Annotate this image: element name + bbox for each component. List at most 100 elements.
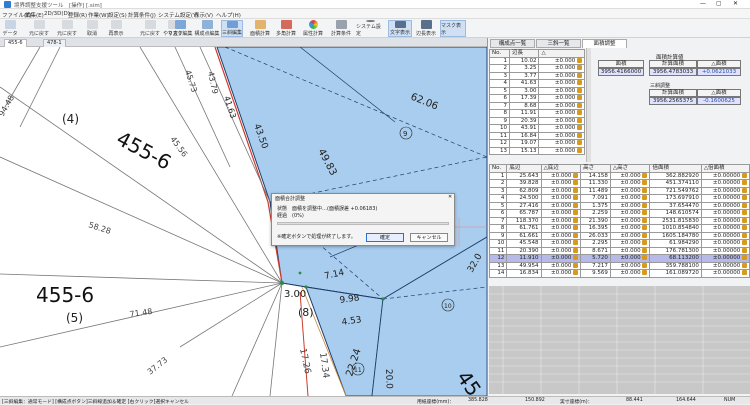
- triangle-cell[interactable]: 2531.815830: [649, 216, 702, 225]
- lock-icon[interactable]: [577, 57, 582, 63]
- triangle-cell[interactable]: ±0.00000: [700, 254, 750, 263]
- lock-icon[interactable]: [577, 80, 582, 85]
- toolbar-attr-calc-button[interactable]: 属性計算: [301, 20, 325, 37]
- edge-row[interactable]: 4 41.63 ±0.000: [488, 79, 585, 88]
- edge-table-scrollbar[interactable]: [586, 48, 591, 162]
- triangle-cell[interactable]: ±0.00000: [700, 186, 750, 195]
- lock-icon[interactable]: [573, 262, 579, 268]
- lock-icon[interactable]: [573, 210, 579, 215]
- triangle-cell[interactable]: ±0.000: [540, 194, 582, 203]
- lock-icon[interactable]: [742, 247, 747, 253]
- lock-icon[interactable]: [573, 225, 579, 230]
- triangle-cell[interactable]: 451.374110: [649, 179, 702, 188]
- menu-2d3d[interactable]: 2D/3D(D): [44, 11, 70, 17]
- lock-icon[interactable]: [577, 147, 582, 153]
- triangle-cell[interactable]: ±0.000: [609, 246, 651, 255]
- triangle-cell[interactable]: 62.809: [506, 186, 542, 195]
- toolbar-undo2-button[interactable]: 元に戻す: [56, 20, 78, 37]
- triangle-cell[interactable]: 49.954: [506, 261, 542, 270]
- triangle-cell[interactable]: ±0.00000: [700, 194, 750, 203]
- toolbar-mask-edit-button[interactable]: マスク編集: [166, 20, 194, 37]
- lock-icon[interactable]: [577, 95, 582, 100]
- triangle-cell[interactable]: ±0.000: [540, 186, 582, 195]
- lock-icon[interactable]: [742, 262, 747, 268]
- triangle-cell[interactable]: ±0.000: [540, 171, 582, 180]
- triangle-cell[interactable]: 61.661: [506, 231, 542, 240]
- lock-icon[interactable]: [577, 87, 582, 93]
- triangle-row[interactable]: 9 61.661 ±0.000 26.033 ±0.000 1605.184780 ±0…: [488, 231, 750, 240]
- toolbar-triangle-edit-button[interactable]: 三斜編集: [221, 20, 243, 37]
- triangle-cell[interactable]: ±0.000: [609, 171, 651, 180]
- triangle-cell[interactable]: ±0.00000: [700, 231, 750, 240]
- triangle-cell[interactable]: 8.671: [580, 246, 611, 255]
- triangle-cell[interactable]: ±0.00000: [700, 246, 750, 255]
- ok-button[interactable]: 確定: [366, 233, 404, 242]
- edge-length[interactable]: 3.25: [509, 64, 540, 73]
- lock-icon[interactable]: [573, 172, 579, 178]
- lock-icon[interactable]: [573, 217, 579, 223]
- toolbar-calc-cond-button[interactable]: 計算条件: [329, 20, 353, 37]
- triangle-cell[interactable]: ±0.000: [540, 246, 582, 255]
- lock-icon[interactable]: [642, 217, 648, 223]
- triangle-cell[interactable]: ±0.000: [540, 201, 582, 210]
- triangle-row[interactable]: 6 65.787 ±0.000 2.259 ±0.000 148.610574 ±0.0…: [488, 209, 750, 218]
- triangle-cell[interactable]: ±0.000: [609, 216, 651, 225]
- menu-view[interactable]: 表示(V): [194, 11, 213, 19]
- edge-row[interactable]: 7 8.68 ±0.000: [488, 101, 585, 110]
- lock-icon[interactable]: [742, 232, 747, 238]
- triangle-cell[interactable]: ±0.000: [540, 179, 582, 188]
- toolbar-mask-display-button[interactable]: マスク表示: [440, 20, 466, 37]
- lock-icon[interactable]: [573, 232, 579, 238]
- toolbar-poly-calc-button[interactable]: 多角計算: [274, 20, 298, 37]
- edge-row[interactable]: 5 3.00 ±0.000: [488, 86, 585, 95]
- lock-icon[interactable]: [742, 172, 747, 178]
- lock-icon[interactable]: [573, 270, 579, 275]
- edge-length[interactable]: 3.00: [509, 86, 540, 95]
- triangle-cell[interactable]: ±0.00000: [700, 209, 750, 218]
- edge-length[interactable]: 10.02: [509, 56, 540, 65]
- toolbar-text-display-button[interactable]: 文字表示: [388, 20, 412, 37]
- tab-points-list[interactable]: 構成点一覧: [490, 39, 535, 48]
- edge-row[interactable]: 8 11.91 ±0.000: [488, 109, 585, 118]
- triangle-cell[interactable]: ±0.000: [540, 209, 582, 218]
- lock-icon[interactable]: [573, 240, 579, 245]
- triangle-cell[interactable]: 362.882920: [649, 171, 702, 180]
- tab-area-adjust[interactable]: 面積調整: [582, 39, 627, 48]
- lock-icon[interactable]: [642, 225, 648, 230]
- point-marker[interactable]: [381, 297, 385, 301]
- triangle-cell[interactable]: 118.370: [506, 216, 542, 225]
- edge-row[interactable]: 6 17.39 ±0.000: [488, 94, 585, 103]
- triangle-cell[interactable]: ±0.000: [609, 194, 651, 203]
- triangle-cell[interactable]: 161.089720: [649, 269, 702, 278]
- edge-length[interactable]: 41.63: [509, 79, 540, 88]
- tab-478-1[interactable]: 478-1: [43, 39, 66, 47]
- lock-icon[interactable]: [642, 240, 648, 245]
- lock-icon[interactable]: [742, 187, 747, 193]
- triangle-cell[interactable]: 2.295: [580, 239, 611, 248]
- triangle-cell[interactable]: 20.390: [506, 246, 542, 255]
- triangle-cell[interactable]: ±0.000: [540, 239, 582, 248]
- triangle-cell[interactable]: ±0.00000: [700, 269, 750, 278]
- edge-row[interactable]: 13 15.13 ±0.000: [488, 146, 585, 155]
- edge-length[interactable]: 11.91: [509, 109, 540, 118]
- lock-icon[interactable]: [577, 72, 582, 78]
- triangle-cell[interactable]: 5.720: [580, 254, 611, 263]
- lock-icon[interactable]: [642, 247, 648, 253]
- triangle-cell[interactable]: ±0.000: [609, 186, 651, 195]
- lock-icon[interactable]: [642, 262, 648, 268]
- triangle-cell[interactable]: 1605.184780: [649, 231, 702, 240]
- triangle-cell[interactable]: ±0.000: [540, 269, 582, 278]
- tab-triangle-list[interactable]: 三斜一覧: [536, 39, 581, 48]
- triangle-cell[interactable]: ±0.000: [540, 231, 582, 240]
- drawing-canvas[interactable]: 455-6 455-6 (4) (5) (8) 9 10 11 62.06 49…: [0, 47, 487, 396]
- triangle-cell[interactable]: 25.643: [506, 171, 542, 180]
- edge-row[interactable]: 3 3.77 ±0.000: [488, 71, 585, 80]
- lock-icon[interactable]: [573, 202, 579, 208]
- edge-row[interactable]: 9 20.39 ±0.000: [488, 116, 585, 125]
- triangle-cell[interactable]: ±0.000: [609, 269, 651, 278]
- toolbar-area-calc-button[interactable]: 面積計算: [248, 20, 272, 37]
- edge-length[interactable]: 20.39: [509, 116, 540, 125]
- triangle-row[interactable]: 11 20.390 ±0.000 8.671 ±0.000 176.781300 ±0.…: [488, 246, 750, 255]
- lock-icon[interactable]: [742, 270, 747, 275]
- triangle-cell[interactable]: 359.788100: [649, 261, 702, 270]
